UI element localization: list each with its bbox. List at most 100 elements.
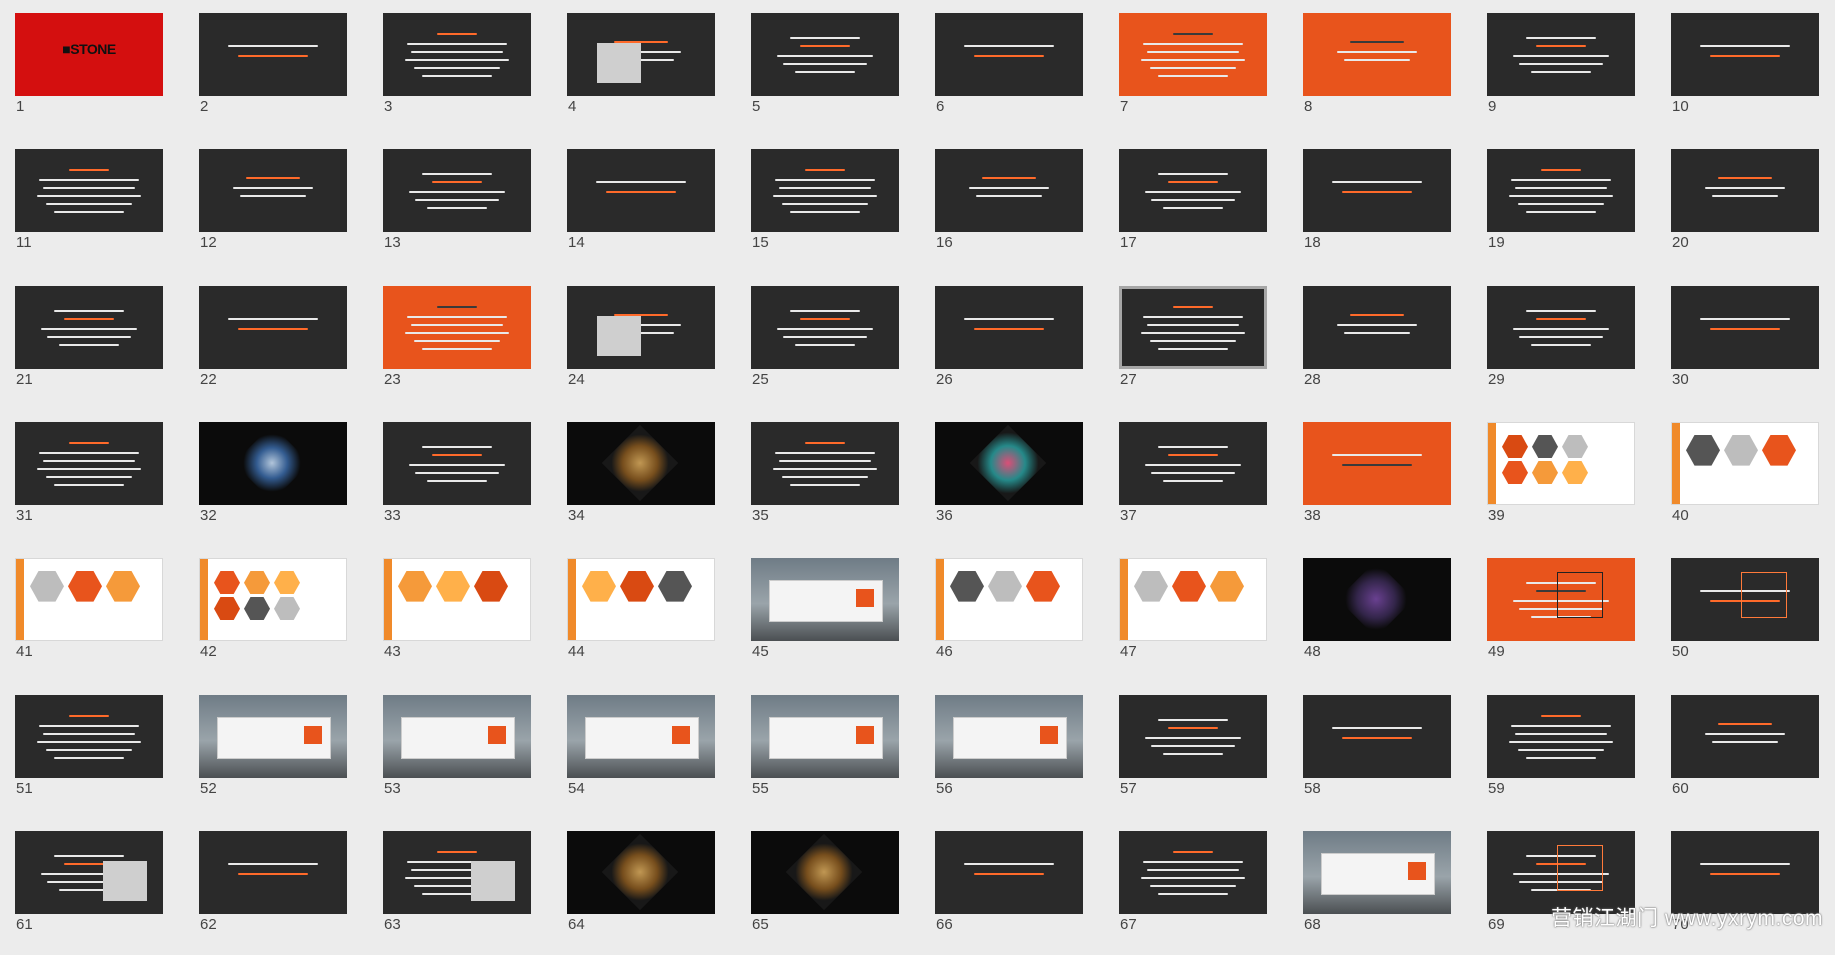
slide-thumbnail[interactable] <box>935 149 1083 232</box>
slide-64[interactable]: 64 <box>567 831 715 955</box>
slide-23[interactable]: 23 <box>383 286 531 410</box>
slide-thumbnail[interactable] <box>567 831 715 914</box>
slide-52[interactable]: 52 <box>199 695 347 819</box>
slide-5[interactable]: 5 <box>751 13 899 137</box>
slide-thumbnail[interactable] <box>1119 13 1267 96</box>
slide-thumbnail[interactable] <box>751 149 899 232</box>
slide-41[interactable]: 41 <box>15 558 163 682</box>
slide-51[interactable]: 51 <box>15 695 163 819</box>
slide-48[interactable]: 48 <box>1303 558 1451 682</box>
slide-35[interactable]: 35 <box>751 422 899 546</box>
slide-27[interactable]: 27 <box>1119 286 1267 410</box>
slide-39[interactable]: 39 <box>1487 422 1635 546</box>
slide-16[interactable]: 16 <box>935 149 1083 273</box>
slide-thumbnail[interactable] <box>1303 149 1451 232</box>
slide-thumbnail[interactable] <box>1303 695 1451 778</box>
slide-21[interactable]: 21 <box>15 286 163 410</box>
slide-11[interactable]: 11 <box>15 149 163 273</box>
slide-38[interactable]: 38 <box>1303 422 1451 546</box>
slide-53[interactable]: 53 <box>383 695 531 819</box>
slide-thumbnail[interactable] <box>567 286 715 369</box>
slide-1[interactable]: ■STONE 1 <box>15 13 163 137</box>
slide-thumbnail[interactable] <box>1671 695 1819 778</box>
slide-thumbnail[interactable] <box>1487 286 1635 369</box>
slide-60[interactable]: 60 <box>1671 695 1819 819</box>
slide-thumbnail[interactable] <box>751 695 899 778</box>
slide-thumbnail[interactable] <box>935 13 1083 96</box>
slide-thumbnail[interactable] <box>567 13 715 96</box>
slide-40[interactable]: 40 <box>1671 422 1819 546</box>
slide-thumbnail[interactable] <box>567 422 715 505</box>
slide-thumbnail[interactable] <box>1119 558 1267 641</box>
slide-thumbnail[interactable] <box>383 286 531 369</box>
slide-22[interactable]: 22 <box>199 286 347 410</box>
slide-thumbnail[interactable] <box>1119 286 1267 369</box>
slide-thumbnail[interactable] <box>199 286 347 369</box>
slide-thumbnail[interactable] <box>383 149 531 232</box>
slide-thumbnail[interactable] <box>1671 558 1819 641</box>
slide-thumbnail[interactable] <box>751 558 899 641</box>
slide-thumbnail[interactable] <box>15 149 163 232</box>
slide-thumbnail[interactable] <box>199 831 347 914</box>
slide-3[interactable]: 3 <box>383 13 531 137</box>
slide-thumbnail[interactable] <box>199 695 347 778</box>
slide-56[interactable]: 56 <box>935 695 1083 819</box>
slide-49[interactable]: 49 <box>1487 558 1635 682</box>
slide-46[interactable]: 46 <box>935 558 1083 682</box>
slide-thumbnail[interactable] <box>751 286 899 369</box>
slide-thumbnail[interactable] <box>935 831 1083 914</box>
slide-32[interactable]: 32 <box>199 422 347 546</box>
slide-7[interactable]: 7 <box>1119 13 1267 137</box>
slide-42[interactable]: 42 <box>199 558 347 682</box>
slide-thumbnail[interactable] <box>199 13 347 96</box>
slide-thumbnail[interactable] <box>935 422 1083 505</box>
slide-thumbnail[interactable] <box>1303 286 1451 369</box>
slide-thumbnail[interactable] <box>1487 695 1635 778</box>
slide-24[interactable]: 24 <box>567 286 715 410</box>
slide-14[interactable]: 14 <box>567 149 715 273</box>
slide-thumbnail[interactable] <box>1671 13 1819 96</box>
slide-70[interactable]: 70 <box>1671 831 1819 955</box>
slide-thumbnail[interactable]: ■STONE <box>15 13 163 96</box>
slide-34[interactable]: 34 <box>567 422 715 546</box>
slide-20[interactable]: 20 <box>1671 149 1819 273</box>
slide-55[interactable]: 55 <box>751 695 899 819</box>
slide-29[interactable]: 29 <box>1487 286 1635 410</box>
slide-thumbnail[interactable] <box>567 558 715 641</box>
slide-59[interactable]: 59 <box>1487 695 1635 819</box>
slide-thumbnail[interactable] <box>1671 149 1819 232</box>
slide-thumbnail[interactable] <box>15 695 163 778</box>
slide-thumbnail[interactable] <box>199 422 347 505</box>
slide-37[interactable]: 37 <box>1119 422 1267 546</box>
slide-19[interactable]: 19 <box>1487 149 1635 273</box>
slide-68[interactable]: 68 <box>1303 831 1451 955</box>
slide-thumbnail[interactable] <box>15 422 163 505</box>
slide-thumbnail[interactable] <box>1303 831 1451 914</box>
slide-thumbnail[interactable] <box>567 149 715 232</box>
slide-thumbnail[interactable] <box>1671 422 1819 505</box>
slide-9[interactable]: 9 <box>1487 13 1635 137</box>
slide-thumbnail[interactable] <box>1487 422 1635 505</box>
slide-thumbnail[interactable] <box>383 422 531 505</box>
slide-thumbnail[interactable] <box>1303 558 1451 641</box>
slide-thumbnail[interactable] <box>1671 286 1819 369</box>
slide-thumbnail[interactable] <box>751 831 899 914</box>
slide-25[interactable]: 25 <box>751 286 899 410</box>
slide-thumbnail[interactable] <box>1119 831 1267 914</box>
slide-13[interactable]: 13 <box>383 149 531 273</box>
slide-thumbnail[interactable] <box>1487 13 1635 96</box>
slide-10[interactable]: 10 <box>1671 13 1819 137</box>
slide-50[interactable]: 50 <box>1671 558 1819 682</box>
slide-thumbnail[interactable] <box>751 422 899 505</box>
slide-31[interactable]: 31 <box>15 422 163 546</box>
slide-33[interactable]: 33 <box>383 422 531 546</box>
slide-58[interactable]: 58 <box>1303 695 1451 819</box>
slide-thumbnail[interactable] <box>1119 695 1267 778</box>
slide-36[interactable]: 36 <box>935 422 1083 546</box>
slide-thumbnail[interactable] <box>1487 558 1635 641</box>
slide-thumbnail[interactable] <box>1303 13 1451 96</box>
slide-thumbnail[interactable] <box>199 558 347 641</box>
slide-30[interactable]: 30 <box>1671 286 1819 410</box>
slide-thumbnail[interactable] <box>1119 149 1267 232</box>
slide-45[interactable]: 45 <box>751 558 899 682</box>
